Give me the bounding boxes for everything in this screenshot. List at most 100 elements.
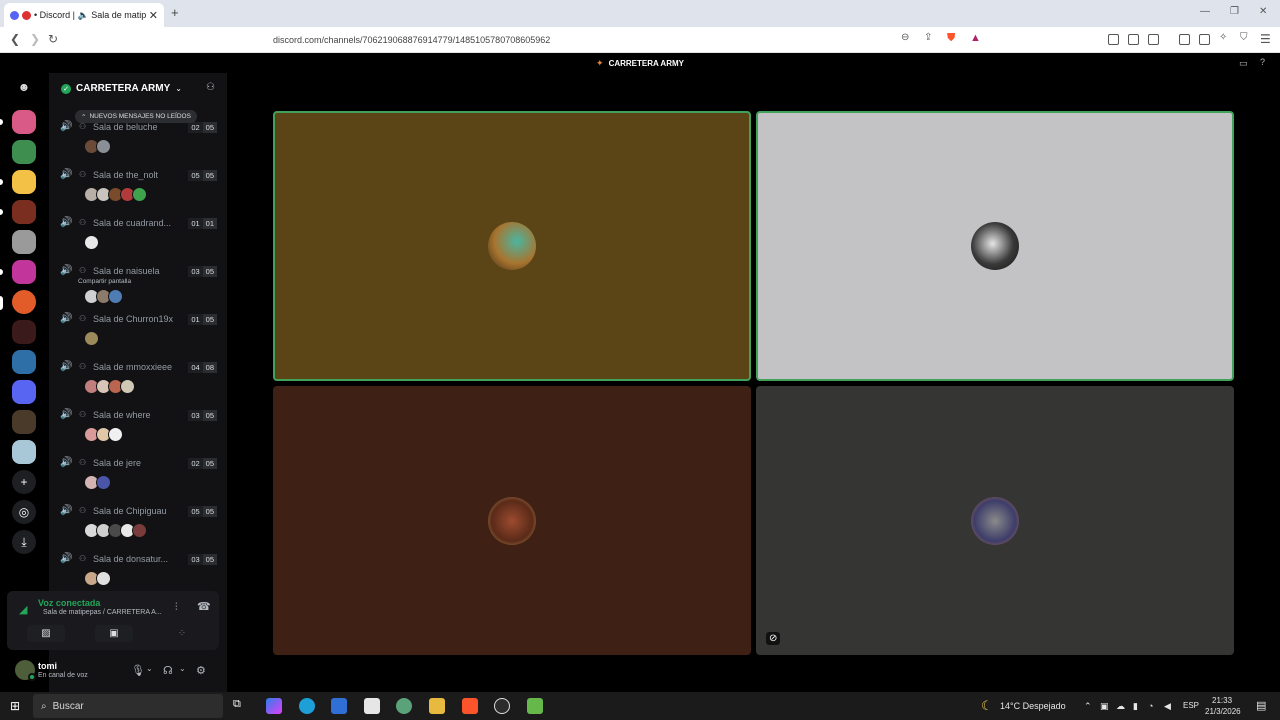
share-screen-button[interactable]: ▣ (95, 625, 133, 642)
reader-icon[interactable] (1199, 34, 1210, 45)
avatar[interactable] (96, 571, 111, 586)
avatar[interactable] (120, 379, 135, 394)
voice-channel[interactable]: 🔊 ⚇ Sala de the_nolt 05 05 (49, 167, 227, 215)
headphones-icon[interactable]: ☊ (163, 664, 173, 677)
windows-start-icon[interactable]: ⊞ (10, 699, 20, 713)
chevron-down-icon[interactable]: ⌄ (146, 664, 153, 673)
voice-channel[interactable]: 🔊 ⚇ Sala de cuadrand... 01 01 (49, 215, 227, 263)
forward-icon[interactable]: ❯ (30, 32, 40, 46)
avatar[interactable] (132, 523, 147, 538)
menu-icon[interactable]: ☰ (1260, 32, 1271, 46)
invite-icon[interactable]: ⚇ (206, 82, 215, 93)
avatar[interactable] (96, 475, 111, 490)
participant-tile[interactable] (756, 111, 1234, 381)
server-avatar[interactable] (12, 170, 36, 194)
weather-text[interactable]: 14°C Despejado (1000, 701, 1066, 711)
obs-icon[interactable] (494, 698, 510, 714)
explore-icon[interactable]: ◎ (12, 500, 36, 524)
avatar[interactable] (132, 187, 147, 202)
camera-off-button[interactable]: ▨ (27, 625, 65, 642)
participant-tile[interactable]: ⊘ (756, 386, 1234, 655)
server-avatar[interactable] (12, 110, 36, 134)
copilot-icon[interactable] (266, 698, 282, 714)
back-icon[interactable]: ❮ (10, 32, 20, 46)
clock-date[interactable]: 21/3/2026 (1205, 707, 1241, 716)
edge-icon[interactable] (299, 698, 315, 714)
avatar[interactable] (84, 331, 99, 346)
microphone-icon[interactable]: 🎙 (131, 664, 145, 677)
avatar[interactable] (84, 235, 99, 250)
voice-channel[interactable]: 🔊 ⚇ Sala de where 03 05 (49, 407, 227, 455)
voice-channel[interactable]: 🔊 ⚇ Sala de Chipiguau 05 05 (49, 503, 227, 551)
clock-time[interactable]: 21:33 (1212, 696, 1232, 705)
voice-channel[interactable]: 🔊 ⚇ Sala de mmoxxieee 04 08 (49, 359, 227, 407)
extensions-icon[interactable] (1128, 34, 1139, 45)
server-avatar[interactable] (12, 380, 36, 404)
discord-home-icon[interactable]: ☻ (12, 75, 36, 99)
browser-tab[interactable]: • Discord | 🔈 Sala de matipe ✕ (4, 3, 164, 27)
file-explorer-icon[interactable] (429, 698, 445, 714)
voice-channel-name[interactable]: Sala de matipepas / CARRETERA A... (43, 609, 162, 616)
download-icon[interactable]: ⤓ (12, 530, 36, 554)
app-icon[interactable] (396, 698, 412, 714)
store-icon[interactable] (364, 698, 380, 714)
task-view-icon[interactable]: ⧉ (233, 698, 249, 714)
voice-channel[interactable]: 🔊 ⚇ Sala de Churron19x 01 05 (49, 311, 227, 359)
wallet-icon[interactable] (1148, 34, 1159, 45)
minimize-icon[interactable]: — (1200, 6, 1210, 17)
username[interactable]: tomi (38, 661, 57, 671)
participant-tile[interactable] (273, 111, 751, 381)
settings-gear-icon[interactable]: ⚙ (196, 664, 206, 677)
brave-rewards-icon[interactable]: ▲ (970, 32, 981, 44)
inbox-icon[interactable]: ▭ (1239, 58, 1248, 69)
taskbar-search[interactable]: ⌕ Buscar (33, 694, 223, 718)
avatar[interactable] (108, 289, 123, 304)
new-tab-button[interactable]: + (171, 5, 179, 20)
voice-channel[interactable]: 🔊 ⚇ Sala de beluche 02 05 (49, 119, 227, 167)
mic-tray-icon[interactable]: ▮ (1133, 701, 1138, 712)
volume-icon[interactable]: ◀ (1164, 701, 1171, 712)
cloud-icon[interactable]: ☁ (1116, 701, 1125, 712)
server-avatar[interactable] (12, 320, 36, 344)
language-indicator[interactable]: ESP (1183, 701, 1199, 710)
voice-channel[interactable]: 🔊 ⚇ Sala de naisuela 03 05 Compartir pantalla (49, 263, 227, 311)
add-server-icon[interactable]: + (12, 470, 36, 494)
disconnect-icon[interactable]: ☎ (197, 600, 211, 613)
server-avatar[interactable] (12, 260, 36, 284)
page-icon[interactable] (1108, 34, 1119, 45)
close-window-icon[interactable]: ✕ (1259, 6, 1267, 17)
new-messages-pill[interactable]: ⌃ NUEVOS MENSAJES NO LEÍDOS (75, 110, 197, 123)
notifications-icon[interactable]: ▤ (1256, 699, 1266, 712)
leo-icon[interactable]: ✧ (1219, 32, 1227, 43)
chevron-down-icon[interactable]: ⌄ (179, 664, 186, 673)
reload-icon[interactable]: ↻ (48, 32, 58, 46)
server-avatar[interactable] (12, 350, 36, 374)
zoom-icon[interactable]: ⊖ (901, 32, 909, 43)
activities-button[interactable]: ⁘ (163, 625, 201, 642)
tray-chevron-icon[interactable]: ⌃ (1084, 701, 1092, 712)
noise-suppression-icon[interactable]: ⫶ (175, 602, 178, 613)
mail-icon[interactable] (331, 698, 347, 714)
server-avatar[interactable] (12, 230, 36, 254)
server-avatar[interactable] (12, 140, 36, 164)
restore-icon[interactable]: ❐ (1230, 6, 1239, 17)
participant-tile[interactable] (273, 386, 751, 655)
sidebar-icon[interactable] (1179, 34, 1190, 45)
avatar[interactable] (96, 139, 111, 154)
avatar[interactable] (108, 427, 123, 442)
address-bar[interactable]: discord.com/channels/706219068876914779/… (243, 30, 993, 50)
brave-icon[interactable] (462, 698, 478, 714)
tray-app-icon[interactable]: ▣ (1100, 701, 1109, 712)
server-avatar[interactable] (12, 290, 36, 314)
help-icon[interactable]: ? (1260, 57, 1265, 67)
brave-shield-icon[interactable]: ⛊ (947, 32, 955, 45)
voice-channel[interactable]: 🔊 ⚇ Sala de jere 02 05 (49, 455, 227, 503)
share-icon[interactable]: ⇪ (924, 32, 932, 43)
server-header[interactable]: ✓ CARRETERA ARMY ⌄ (49, 73, 227, 104)
voice-status[interactable]: Voz conectada (38, 598, 100, 608)
server-avatar[interactable] (12, 410, 36, 434)
server-avatar[interactable] (12, 200, 36, 224)
tab-close-icon[interactable]: ✕ (149, 9, 158, 22)
vpn-icon[interactable]: ⛉ (1240, 32, 1248, 43)
minecraft-icon[interactable] (527, 698, 543, 714)
